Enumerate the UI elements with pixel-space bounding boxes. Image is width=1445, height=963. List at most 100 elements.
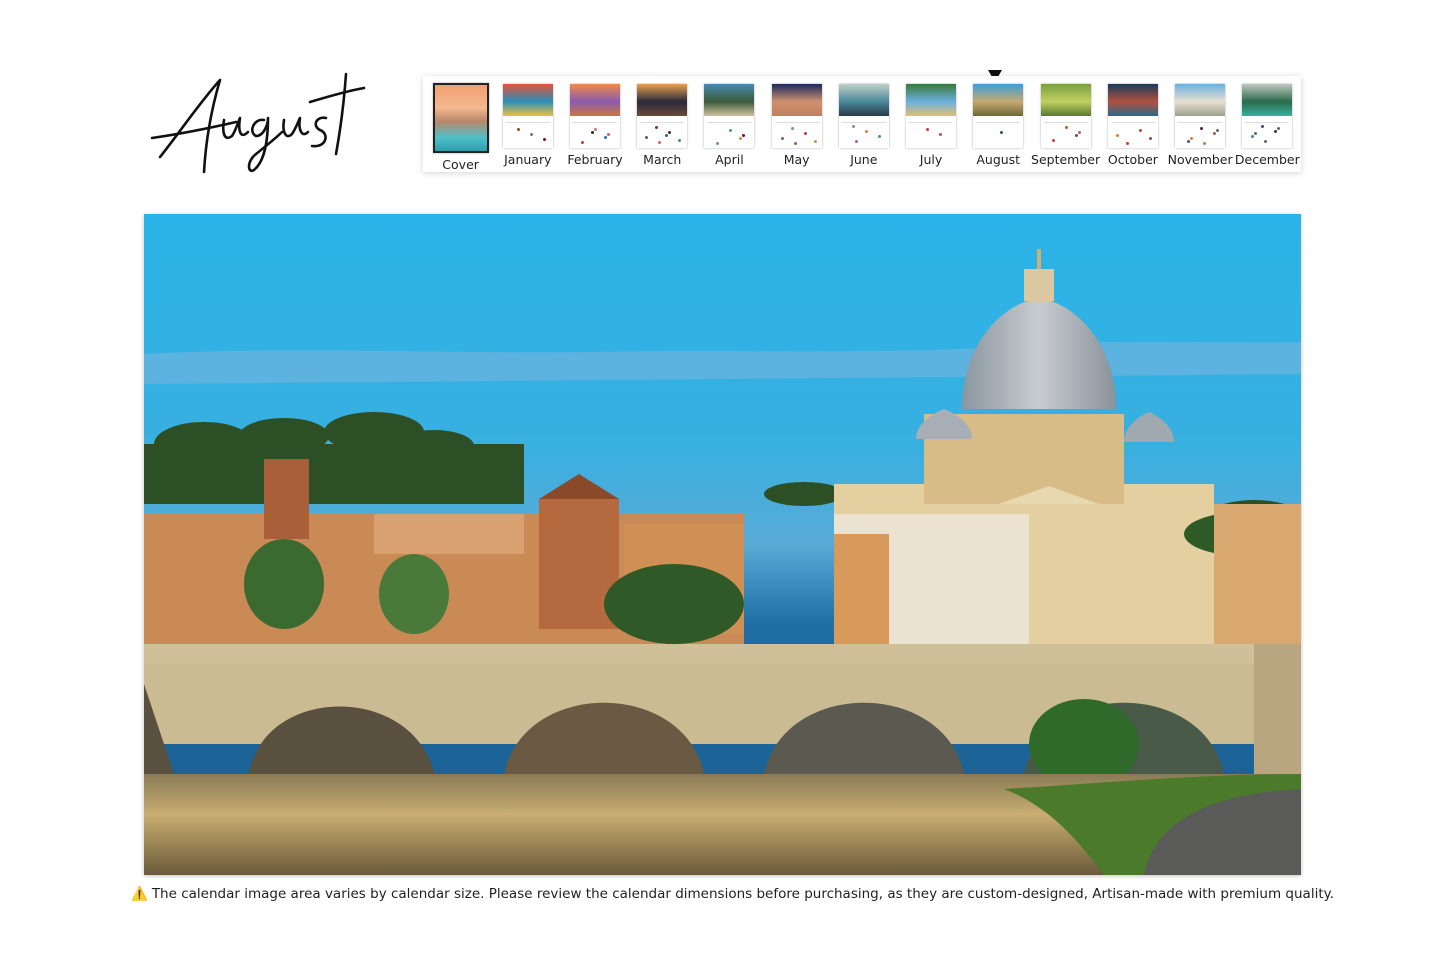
event-dot: [529, 133, 533, 136]
calendar-grid-preview: [1178, 119, 1223, 145]
calendar-grid-preview: [841, 119, 886, 145]
event-dot: [1064, 126, 1068, 129]
event-dot: [813, 140, 817, 143]
month-title: August: [140, 62, 370, 182]
event-dot: [581, 141, 584, 144]
month-photo-preview: [1107, 84, 1158, 116]
month-page-preview: [1040, 84, 1091, 148]
thumbnail-may[interactable]: May: [763, 76, 830, 167]
thumbnail-november[interactable]: November: [1167, 76, 1234, 167]
event-dot: [1277, 127, 1281, 130]
event-dot: [1254, 132, 1258, 135]
event-dot: [1125, 142, 1129, 145]
event-dot: [1051, 139, 1055, 142]
event-dot: [1138, 129, 1142, 132]
event-dot: [1077, 131, 1081, 134]
month-photo-preview: [1175, 84, 1226, 116]
thumbnail-label: March: [643, 152, 682, 167]
event-dot: [1251, 135, 1255, 138]
event-dot: [1115, 134, 1119, 137]
month-page-preview: [502, 84, 553, 148]
month-photo-preview: [637, 84, 688, 116]
event-dot: [877, 135, 881, 138]
month-page-preview: [1107, 84, 1158, 148]
month-photo-preview: [838, 84, 889, 116]
month-title-script: August: [150, 72, 366, 174]
thumbnail-december[interactable]: December: [1234, 76, 1301, 167]
calendar-grid-preview: [707, 119, 752, 145]
thumbnail-cover[interactable]: Cover: [427, 76, 494, 172]
event-dot: [926, 128, 930, 131]
event-dot: [658, 141, 662, 144]
event-dot: [1074, 134, 1078, 137]
event-dot: [604, 136, 607, 139]
thumbnail-july[interactable]: July: [897, 76, 964, 167]
month-page-preview: [973, 84, 1024, 148]
month-page-preview: [570, 84, 620, 148]
thumbnail-label: April: [715, 152, 744, 167]
event-dot: [1148, 137, 1152, 140]
thumbnail-january[interactable]: January: [494, 76, 561, 167]
size-notice: ⚠️ The calendar image area varies by cale…: [131, 886, 1334, 902]
month-page-preview: [771, 84, 822, 148]
thumbnail-label: January: [504, 152, 552, 167]
event-dot: [739, 137, 743, 140]
calendar-grid-preview: [573, 119, 617, 145]
event-dot: [1203, 142, 1207, 145]
event-dot: [678, 139, 682, 142]
month-photo-preview: [570, 84, 620, 116]
calendar-grid-preview: [976, 119, 1021, 145]
event-dot: [665, 134, 669, 137]
thumbnail-label: February: [567, 152, 623, 167]
calendar-grid-preview: [640, 119, 685, 145]
thumbnail-august[interactable]: August: [965, 76, 1032, 167]
notice-text: The calendar image area varies by calend…: [151, 886, 1334, 902]
event-dot: [939, 133, 943, 136]
thumbnail-october[interactable]: October: [1099, 76, 1166, 167]
month-page-preview: [704, 84, 755, 148]
event-dot: [1274, 130, 1278, 133]
thumbnail-march[interactable]: March: [629, 76, 696, 167]
event-dot: [1200, 127, 1204, 130]
thumbnail-february[interactable]: February: [561, 76, 628, 167]
event-dot: [607, 133, 610, 136]
month-page-preview: [1175, 84, 1226, 148]
month-page-preview: [838, 84, 889, 148]
month-photo-preview: [704, 84, 755, 116]
month-photo-preview: [973, 84, 1024, 116]
thumbnail-label: July: [919, 152, 943, 167]
thumbnail-label: November: [1167, 152, 1233, 167]
event-dot: [594, 128, 597, 131]
event-dot: [851, 125, 855, 128]
calendar-grid-preview: [1110, 119, 1155, 145]
event-dot: [591, 131, 594, 134]
month-thumbnail-strip: Cover January February March April May June Jul…: [423, 76, 1301, 172]
thumbnail-september[interactable]: September: [1031, 76, 1101, 167]
thumbnail-label: Cover: [442, 157, 479, 172]
thumbnail-label: December: [1234, 152, 1300, 167]
month-page-preview: [1242, 84, 1293, 148]
rome-photo: [144, 214, 1301, 875]
thumbnail-june[interactable]: June: [830, 76, 897, 167]
thumbnail-label: October: [1107, 152, 1158, 167]
event-dot: [668, 131, 672, 134]
event-dot: [716, 142, 720, 145]
calendar-grid-preview: [774, 119, 819, 145]
thumbnail-label: May: [783, 152, 810, 167]
event-dot: [729, 129, 733, 132]
month-photo-preview: [771, 84, 822, 116]
event-dot: [542, 138, 546, 141]
month-photo-preview: [906, 84, 957, 116]
calendar-grid-preview: [1245, 119, 1290, 145]
event-dot: [655, 126, 659, 129]
event-dot: [1187, 140, 1191, 143]
right-buildings: [1214, 504, 1301, 644]
warning-icon: ⚠️: [131, 886, 148, 902]
month-photo-preview: [1040, 84, 1091, 116]
thumbnail-label: September: [1031, 152, 1101, 167]
month-page-preview: [906, 84, 957, 148]
month-photo-preview: [502, 84, 553, 116]
event-dot: [1000, 131, 1004, 134]
thumbnail-april[interactable]: April: [696, 76, 763, 167]
calendar-grid-preview: [1043, 119, 1088, 145]
